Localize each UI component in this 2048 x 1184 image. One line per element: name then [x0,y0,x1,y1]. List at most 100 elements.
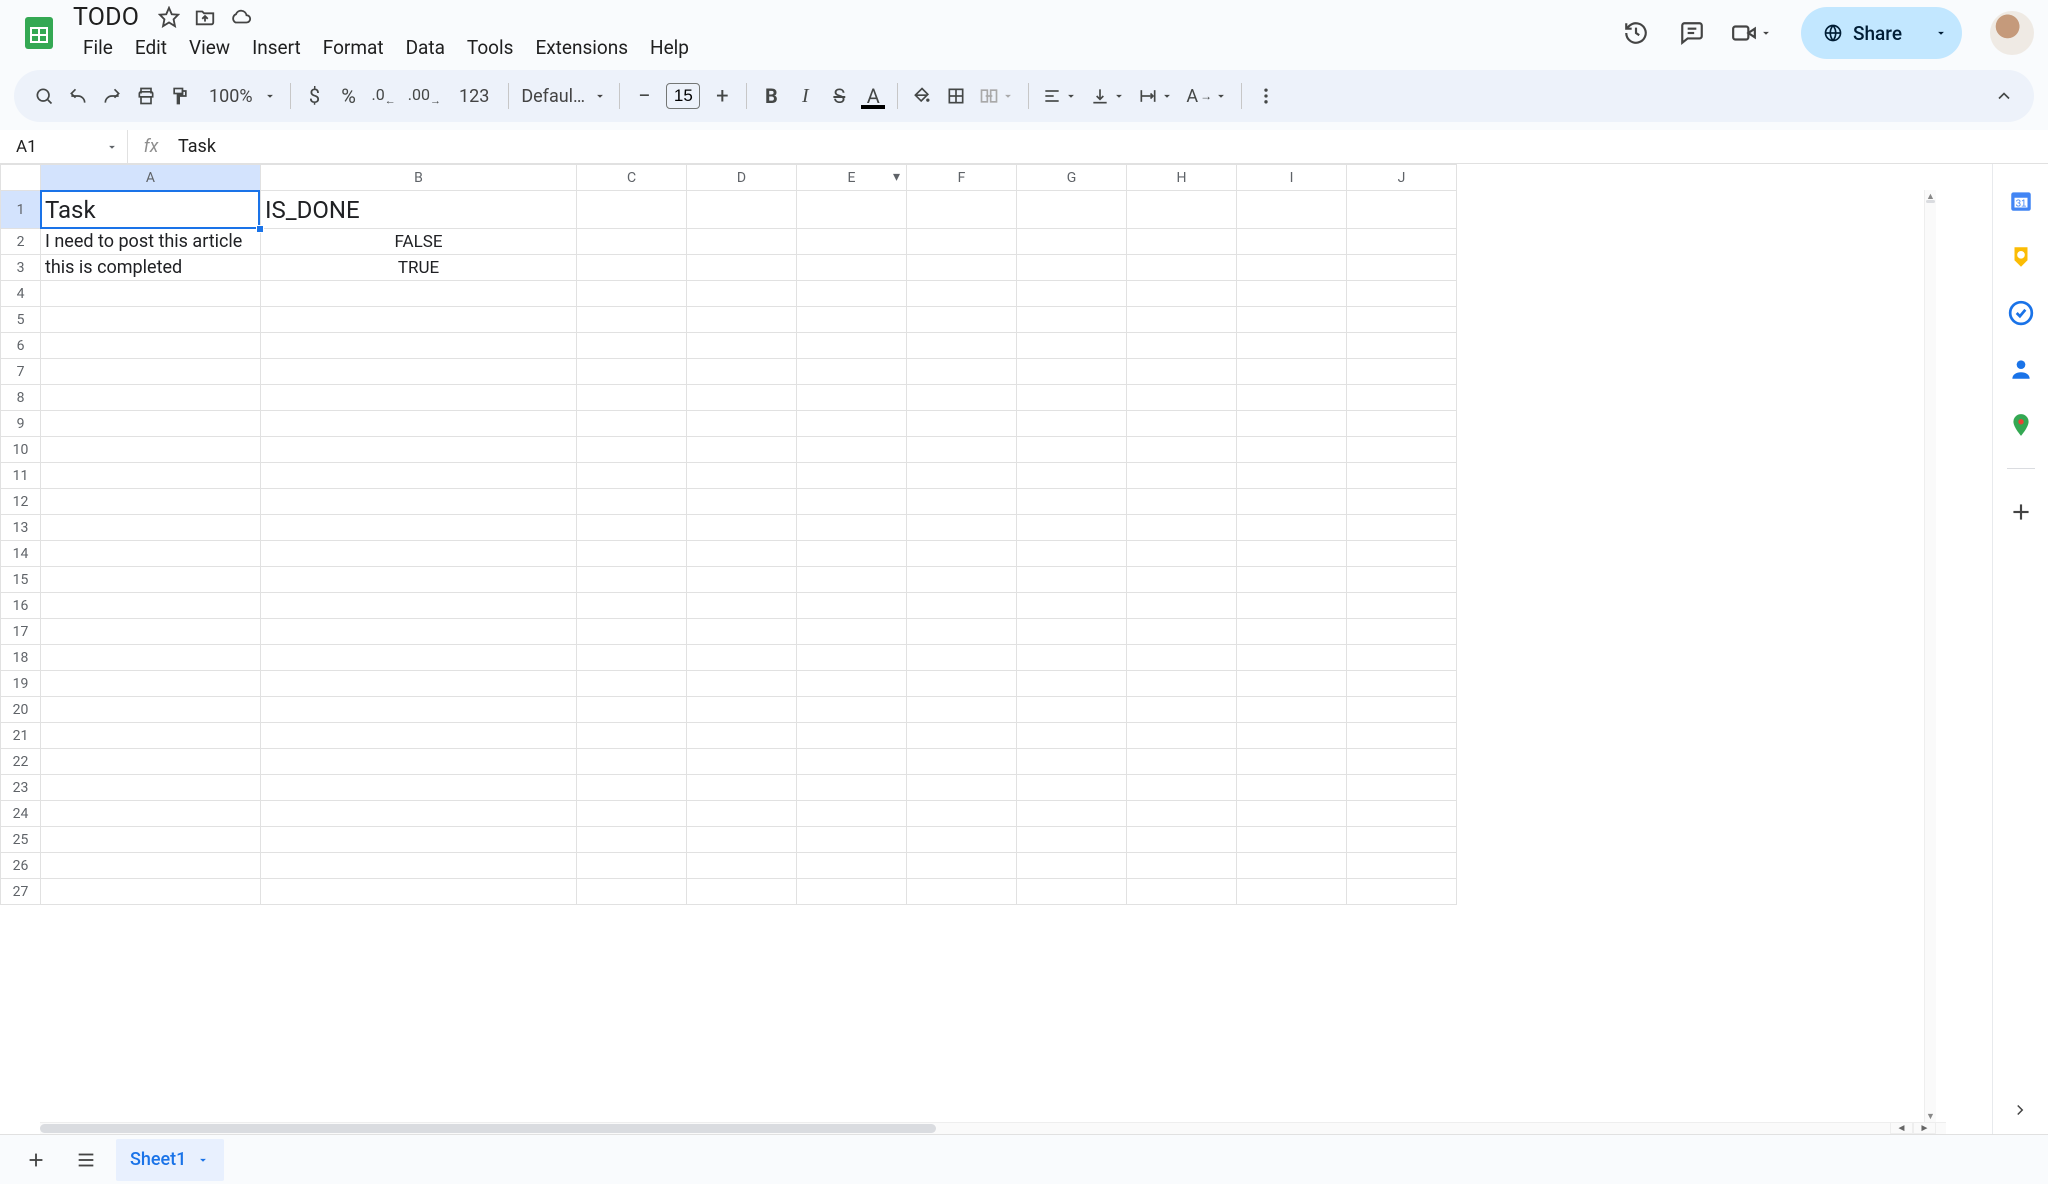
cell-D24[interactable] [687,801,797,827]
cell-G22[interactable] [1017,749,1127,775]
cell-G3[interactable] [1017,255,1127,281]
cell-D25[interactable] [687,827,797,853]
row-header[interactable]: 5 [1,307,41,333]
cell-H2[interactable] [1127,229,1237,255]
cell-D3[interactable] [687,255,797,281]
cell-H14[interactable] [1127,541,1237,567]
cell-C8[interactable] [577,385,687,411]
cell-A9[interactable] [41,411,261,437]
cell-C22[interactable] [577,749,687,775]
share-button[interactable]: Share [1801,7,1962,59]
menu-view[interactable]: View [179,32,240,63]
sheet-tab-menu-icon[interactable] [196,1153,210,1167]
cell-J1[interactable] [1347,191,1457,229]
cell-J16[interactable] [1347,593,1457,619]
cell-G21[interactable] [1017,723,1127,749]
cell-D22[interactable] [687,749,797,775]
merge-cells-icon[interactable] [974,79,1020,113]
cell-J25[interactable] [1347,827,1457,853]
more-toolbar-icon[interactable] [1250,79,1282,113]
cell-F21[interactable] [907,723,1017,749]
cell-C1[interactable] [577,191,687,229]
cloud-status-icon[interactable] [228,4,254,30]
cell-J17[interactable] [1347,619,1457,645]
menu-file[interactable]: File [73,32,123,63]
cell-G27[interactable] [1017,879,1127,905]
cell-E16[interactable] [797,593,907,619]
cell-I25[interactable] [1237,827,1347,853]
cell-I7[interactable] [1237,359,1347,385]
decrease-decimal-icon[interactable]: .0← [367,79,401,113]
cell-D6[interactable] [687,333,797,359]
undo-icon[interactable] [62,79,94,113]
cell-B17[interactable] [261,619,577,645]
all-sheets-icon[interactable] [66,1140,106,1180]
cell-F19[interactable] [907,671,1017,697]
cell-E26[interactable] [797,853,907,879]
cell-C3[interactable] [577,255,687,281]
cell-C25[interactable] [577,827,687,853]
cell-G4[interactable] [1017,281,1127,307]
cell-E1[interactable] [797,191,907,229]
formula-bar[interactable]: Task [174,136,2048,157]
row-header[interactable]: 11 [1,463,41,489]
cell-D20[interactable] [687,697,797,723]
cell-A26[interactable] [41,853,261,879]
cell-G10[interactable] [1017,437,1127,463]
cell-A6[interactable] [41,333,261,359]
cell-C2[interactable] [577,229,687,255]
cell-J15[interactable] [1347,567,1457,593]
cell-A8[interactable] [41,385,261,411]
cell-A22[interactable] [41,749,261,775]
cell-A17[interactable] [41,619,261,645]
strikethrough-icon[interactable]: S [823,79,855,113]
cell-J21[interactable] [1347,723,1457,749]
cell-J27[interactable] [1347,879,1457,905]
row-header[interactable]: 17 [1,619,41,645]
cell-A2[interactable]: I need to post this article [41,229,261,255]
cell-E12[interactable] [797,489,907,515]
cell-A25[interactable] [41,827,261,853]
cell-B27[interactable] [261,879,577,905]
cell-H15[interactable] [1127,567,1237,593]
row-header[interactable]: 18 [1,645,41,671]
cell-G5[interactable] [1017,307,1127,333]
cell-I10[interactable] [1237,437,1347,463]
cell-E14[interactable] [797,541,907,567]
cell-E20[interactable] [797,697,907,723]
cell-G18[interactable] [1017,645,1127,671]
cell-B25[interactable] [261,827,577,853]
cell-F20[interactable] [907,697,1017,723]
cell-J9[interactable] [1347,411,1457,437]
cell-A1[interactable]: Task [41,191,261,229]
cell-D9[interactable] [687,411,797,437]
cell-E2[interactable] [797,229,907,255]
cell-F2[interactable] [907,229,1017,255]
row-header[interactable]: 7 [1,359,41,385]
cell-E10[interactable] [797,437,907,463]
cell-E15[interactable] [797,567,907,593]
cell-A10[interactable] [41,437,261,463]
search-icon[interactable] [28,79,60,113]
cell-B7[interactable] [261,359,577,385]
cell-D5[interactable] [687,307,797,333]
cell-B18[interactable] [261,645,577,671]
cell-E4[interactable] [797,281,907,307]
cell-A14[interactable] [41,541,261,567]
row-header[interactable]: 1 [1,191,41,229]
cell-F15[interactable] [907,567,1017,593]
cell-A12[interactable] [41,489,261,515]
percent-icon[interactable]: % [333,79,365,113]
cell-G13[interactable] [1017,515,1127,541]
bold-icon[interactable]: B [755,79,787,113]
cell-G26[interactable] [1017,853,1127,879]
cell-B16[interactable] [261,593,577,619]
cell-H22[interactable] [1127,749,1237,775]
cell-F6[interactable] [907,333,1017,359]
cell-I5[interactable] [1237,307,1347,333]
cell-J11[interactable] [1347,463,1457,489]
cell-H10[interactable] [1127,437,1237,463]
horizontal-scrollbar[interactable] [40,1122,1946,1134]
font-size-input[interactable] [662,83,704,109]
cell-B1[interactable]: IS_DONE [261,191,577,229]
